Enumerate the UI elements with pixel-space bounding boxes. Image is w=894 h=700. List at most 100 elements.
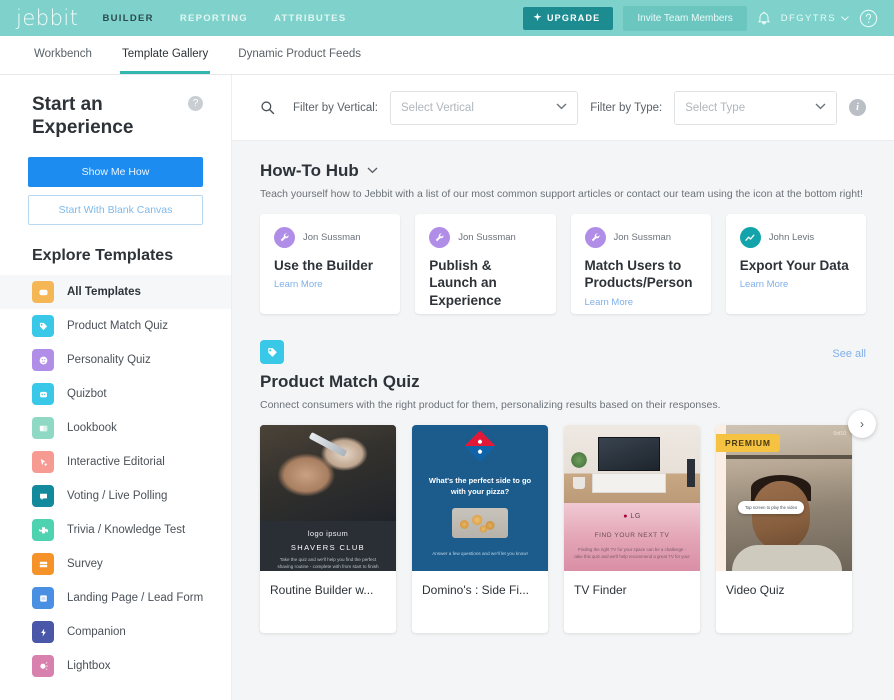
grid-icon <box>32 281 54 304</box>
cursor-icon <box>32 451 54 474</box>
comment-icon <box>32 485 54 508</box>
learn-more-link[interactable]: Learn More <box>274 279 386 290</box>
jebbit-logo[interactable]: jebbit <box>16 7 78 29</box>
how-to-hub-header[interactable]: How-To Hub <box>260 161 866 181</box>
upgrade-label: UPGRADE <box>546 13 601 23</box>
learn-more-link[interactable]: Learn More <box>740 279 852 290</box>
template-thumbnail: PREMIUM 0of10 Tap screen to play the vid… <box>716 425 852 571</box>
card-title: Export Your Data <box>739 258 849 273</box>
explore-templates-heading: Explore Templates <box>32 247 174 265</box>
chevron-down-icon[interactable] <box>367 165 378 177</box>
sidebar-item-quizbot[interactable]: Quizbot <box>0 377 231 411</box>
sidebar-item-personality-quiz[interactable]: Personality Quiz <box>0 343 231 377</box>
sidebar-item-label: Quizbot <box>67 388 107 401</box>
tab-workbench[interactable]: Workbench <box>32 36 94 74</box>
filter-vertical-select[interactable]: Select Vertical <box>390 90 579 125</box>
page-title: Start an Experience <box>32 94 134 139</box>
invite-team-members-button[interactable]: Invite Team Members <box>623 5 747 31</box>
bell-icon[interactable] <box>757 11 771 26</box>
info-icon[interactable]: i <box>849 99 866 116</box>
wrench-icon <box>584 227 606 248</box>
account-menu[interactable]: DFGYTRS <box>781 13 849 24</box>
thumb-body: Take the quiz and we'll help you find th… <box>277 557 379 569</box>
question-mark-icon[interactable]: ? <box>188 96 203 111</box>
sidebar-item-lookbook[interactable]: Lookbook <box>0 411 231 445</box>
start-blank-canvas-button[interactable]: Start With Blank Canvas <box>28 195 203 226</box>
smiley-icon <box>32 349 54 372</box>
thumb-logo: ● LG <box>623 513 641 520</box>
sparkle-icon <box>533 12 542 24</box>
sidebar-actions: Show Me How Start With Blank Canvas <box>0 139 231 226</box>
sidebar-item-lightbox[interactable]: Lightbox <box>0 649 231 683</box>
gallery-content: How-To Hub Teach yourself how to Jebbit … <box>232 141 894 633</box>
search-icon[interactable] <box>260 100 275 115</box>
see-all-link[interactable]: See all <box>832 348 866 360</box>
sidebar-item-interactive-editorial[interactable]: Interactive Editorial <box>0 445 231 479</box>
sub-nav: Workbench Template Gallery Dynamic Produ… <box>0 36 894 75</box>
puzzle-icon <box>32 519 54 542</box>
robot-icon <box>32 383 54 406</box>
premium-badge: PREMIUM <box>716 434 780 452</box>
thumb-body: Answer a few questions and we'll let you… <box>432 550 528 556</box>
chevron-down-icon <box>799 102 826 113</box>
nav-builder[interactable]: BUILDER <box>102 13 153 24</box>
sidebar-item-survey[interactable]: Survey <box>0 547 231 581</box>
form-icon <box>32 587 54 610</box>
sidebar-item-label: Survey <box>67 558 103 571</box>
sidebar-item-label: Trivia / Knowledge Test <box>67 524 186 537</box>
tab-dynamic-product-feeds[interactable]: Dynamic Product Feeds <box>236 36 363 74</box>
how-to-card-list: Jon Sussman Use the Builder Learn More J… <box>260 214 866 314</box>
how-to-card[interactable]: Jon Sussman Use the Builder Learn More <box>260 214 401 314</box>
sidebar-item-label: Companion <box>67 626 126 639</box>
card-author-row: Jon Sussman <box>584 227 697 248</box>
sidebar-item-landing-page-lead-form[interactable]: Landing Page / Lead Form <box>0 581 231 615</box>
template-card-list: logo ipsum SHAVERS CLUB Take the quiz an… <box>260 425 866 633</box>
dominos-logo-icon <box>464 430 496 462</box>
nav-reporting[interactable]: REPORTING <box>180 13 248 24</box>
sidebar-item-all-templates[interactable]: All Templates <box>0 275 231 310</box>
tab-template-gallery[interactable]: Template Gallery <box>119 36 211 74</box>
filter-type-label: Filter by Type: <box>590 101 663 114</box>
card-title: Use the Builder <box>274 258 374 273</box>
chevron-down-icon <box>841 13 849 24</box>
thumb-body: Tap screen to play the video <box>738 501 805 514</box>
template-card-dominos[interactable]: What's the perfect side to go with your … <box>412 425 548 633</box>
thumb-heading: SHAVERS CLUB <box>290 543 366 552</box>
how-to-card[interactable]: Jon Sussman Match Users to Products/Pers… <box>570 214 711 314</box>
help-circle-icon[interactable] <box>859 9 878 28</box>
card-author: Jon Sussman <box>613 232 672 243</box>
sidebar-item-trivia-knowledge-test[interactable]: Trivia / Knowledge Test <box>0 513 231 547</box>
filter-bar: Filter by Vertical: Select Vertical Filt… <box>232 75 894 141</box>
sidebar-header: Start an Experience ? <box>0 93 231 139</box>
sidebar-item-voting-live-polling[interactable]: Voting / Live Polling <box>0 479 231 513</box>
thumb-heading: What's the perfect side to go with your … <box>428 476 532 497</box>
nav-attributes[interactable]: ATTRIBUTES <box>274 13 346 24</box>
template-card-video-quiz[interactable]: PREMIUM 0of10 Tap screen to play the vid… <box>716 425 852 633</box>
learn-more-link[interactable]: Learn More <box>585 297 697 308</box>
filter-vertical-value: Select Vertical <box>401 101 474 114</box>
template-card-tv-finder[interactable]: ● LG FIND YOUR NEXT TV Finding the right… <box>564 425 700 633</box>
how-to-card[interactable]: John Levis Export Your Data Learn More <box>725 214 866 314</box>
filter-vertical-label: Filter by Vertical: <box>293 101 378 114</box>
sidebar-item-companion[interactable]: Companion <box>0 615 231 649</box>
bulb-icon <box>32 655 54 678</box>
sidebar-item-label: All Templates <box>67 286 141 299</box>
template-name: Video Quiz <box>726 583 785 597</box>
thumb-logo: logo ipsum <box>307 529 349 538</box>
chevron-right-icon[interactable]: › <box>848 410 876 438</box>
card-author-row: Jon Sussman <box>274 227 386 248</box>
sidebar-item-label: Product Match Quiz <box>67 320 168 333</box>
filter-type-select[interactable]: Select Type <box>674 90 837 125</box>
show-me-how-button[interactable]: Show Me How <box>28 157 203 188</box>
upgrade-button[interactable]: UPGRADE <box>522 6 614 30</box>
template-thumbnail: logo ipsum SHAVERS CLUB Take the quiz an… <box>260 425 396 571</box>
sidebar: Start an Experience ? Show Me How Start … <box>0 75 232 700</box>
sidebar-item-label: Voting / Live Polling <box>67 490 168 503</box>
card-title: Match Users to Products/Person <box>584 258 693 291</box>
main-nav: BUILDER REPORTING ATTRIBUTES <box>102 13 346 24</box>
template-card-routine-builder[interactable]: logo ipsum SHAVERS CLUB Take the quiz an… <box>260 425 396 633</box>
sidebar-item-label: Lookbook <box>67 422 117 435</box>
card-author: Jon Sussman <box>458 232 516 243</box>
how-to-card[interactable]: Jon Sussman Publish & Launch an Experien… <box>415 214 556 314</box>
sidebar-item-product-match-quiz[interactable]: Product Match Quiz <box>0 309 231 343</box>
